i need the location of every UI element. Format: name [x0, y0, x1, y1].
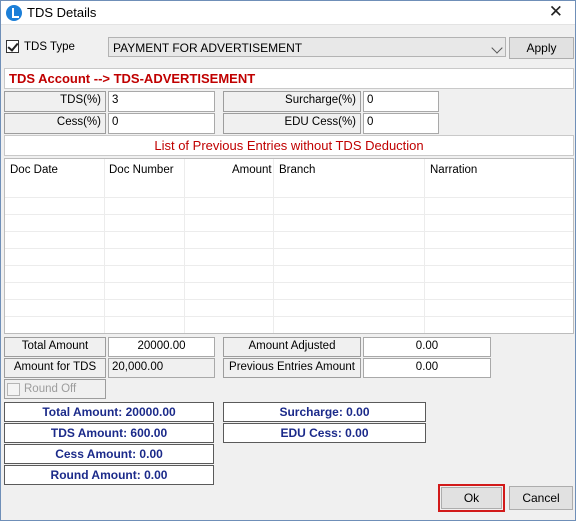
grid-divider: [273, 159, 274, 333]
round-off-container: Round Off: [4, 379, 106, 399]
summary-cess-amount: Cess Amount: 0.00: [4, 444, 214, 464]
previous-entries-header: List of Previous Entries without TDS Ded…: [4, 135, 574, 156]
grid-row-line: [5, 197, 573, 198]
tds-account-header: TDS Account --> TDS-ADVERTISEMENT: [4, 68, 574, 89]
window-title: TDS Details: [27, 5, 97, 20]
summary-round-amount: Round Amount: 0.00: [4, 465, 214, 485]
grid-row-line: [5, 265, 573, 266]
tds-percent-label: TDS(%): [4, 91, 106, 112]
grid-row-line: [5, 299, 573, 300]
tds-details-window: TDS Details ✕ TDS Type PAYMENT FOR ADVER…: [0, 0, 576, 521]
grid-divider: [104, 159, 105, 333]
round-off-checkbox[interactable]: [7, 383, 20, 396]
column-header-amount[interactable]: Amount: [232, 164, 272, 176]
grid-row-line: [5, 282, 573, 283]
cess-percent-field[interactable]: 0: [108, 113, 215, 134]
tds-type-selected-value: PAYMENT FOR ADVERTISEMENT: [113, 41, 303, 55]
edu-cess-percent-field[interactable]: 0: [363, 113, 439, 134]
apply-button[interactable]: Apply: [509, 37, 574, 59]
column-header-doc-number[interactable]: Doc Number: [109, 164, 174, 176]
grid-row-line: [5, 231, 573, 232]
summary-total-amount: Total Amount: 20000.00: [4, 402, 214, 422]
title-bar: TDS Details ✕: [1, 1, 575, 25]
previous-entries-amount-label: Previous Entries Amount: [223, 358, 361, 378]
surcharge-percent-label: Surcharge(%): [223, 91, 361, 112]
grid-row-line: [5, 316, 573, 317]
amount-for-tds-field: 20,000.00: [108, 358, 215, 378]
column-header-branch[interactable]: Branch: [279, 164, 315, 176]
app-logo-icon: [6, 5, 22, 21]
round-off-label: Round Off: [24, 383, 77, 395]
close-icon[interactable]: ✕: [549, 2, 563, 22]
grid-row-line: [5, 248, 573, 249]
summary-surcharge: Surcharge: 0.00: [223, 402, 426, 422]
edu-cess-percent-label: EDU Cess(%): [223, 113, 361, 134]
total-amount-label: Total Amount: [4, 337, 106, 357]
previous-entries-amount-field[interactable]: 0.00: [363, 358, 491, 378]
summary-edu-cess: EDU Cess: 0.00: [223, 423, 426, 443]
grid-divider: [424, 159, 425, 333]
previous-entries-table[interactable]: Doc Date Doc Number Amount Branch Narrat…: [4, 158, 574, 334]
tds-type-checkbox[interactable]: [6, 40, 19, 53]
amount-adjusted-label: Amount Adjusted: [223, 337, 361, 357]
grid-row-line: [5, 214, 573, 215]
cess-percent-label: Cess(%): [4, 113, 106, 134]
amount-for-tds-label: Amount for TDS: [4, 358, 106, 378]
previous-entries-title: List of Previous Entries without TDS Ded…: [154, 138, 424, 153]
tds-type-select[interactable]: PAYMENT FOR ADVERTISEMENT: [108, 37, 506, 57]
tds-account-title: TDS Account --> TDS-ADVERTISEMENT: [9, 71, 256, 86]
total-amount-field[interactable]: 20000.00: [108, 337, 215, 357]
ok-button[interactable]: Ok: [441, 487, 502, 509]
column-header-doc-date[interactable]: Doc Date: [10, 164, 58, 176]
grid-divider: [184, 159, 185, 333]
amount-adjusted-field[interactable]: 0.00: [363, 337, 491, 357]
chevron-down-icon: [491, 42, 503, 54]
cancel-button[interactable]: Cancel: [509, 486, 573, 510]
column-header-narration[interactable]: Narration: [430, 164, 477, 176]
tds-type-label: TDS Type: [24, 41, 75, 53]
tds-percent-field[interactable]: 3: [108, 91, 215, 112]
surcharge-percent-field[interactable]: 0: [363, 91, 439, 112]
summary-tds-amount: TDS Amount: 600.00: [4, 423, 214, 443]
